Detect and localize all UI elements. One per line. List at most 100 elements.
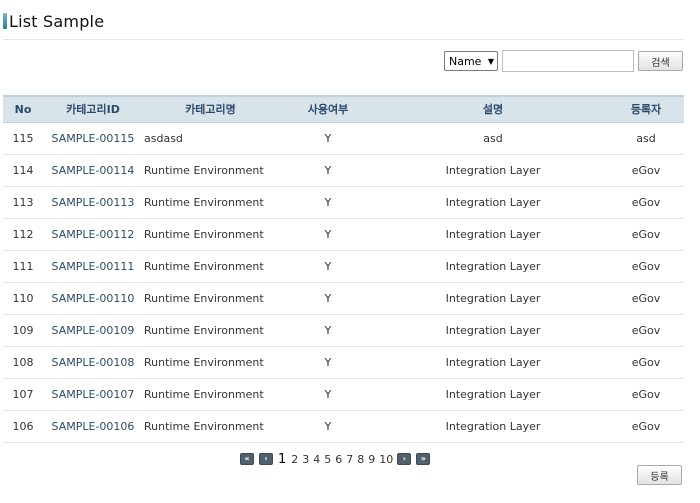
cell-use-yn: Y bbox=[324, 227, 332, 241]
cell-category-id[interactable]: SAMPLE-00107 bbox=[43, 378, 143, 410]
cell-description: Integration Layer bbox=[445, 163, 541, 177]
first-page-button[interactable]: « bbox=[240, 453, 254, 465]
cell-registrant: eGov bbox=[631, 195, 661, 209]
page-link-1[interactable]: 1 bbox=[278, 452, 286, 467]
cell-category-name: Runtime Environment bbox=[144, 355, 264, 369]
cell-use-yn: Y bbox=[324, 259, 332, 273]
header-description: 설명 bbox=[378, 95, 608, 123]
cell-no: 113 bbox=[12, 195, 34, 209]
cell-category-name: Runtime Environment bbox=[144, 419, 264, 433]
cell-category-name: Runtime Environment bbox=[144, 259, 264, 273]
cell-no: 114 bbox=[12, 163, 34, 177]
table-row: 113 SAMPLE-00113 Runtime Environment Y Integ… bbox=[3, 186, 684, 218]
header-registrant: 등록자 bbox=[608, 95, 684, 123]
cell-use-yn: Y bbox=[324, 291, 332, 305]
table-row: 107 SAMPLE-00107 Runtime Environment Y Integ… bbox=[3, 378, 684, 410]
prev-page-button[interactable]: ‹ bbox=[259, 453, 273, 465]
search-input[interactable] bbox=[502, 50, 634, 72]
category-table: No 카테고리ID 카테고리명 사용여부 설명 등록자 115 SAMPLE-00… bbox=[3, 95, 684, 443]
page-link-3[interactable]: 3 bbox=[302, 453, 309, 466]
cell-no: 108 bbox=[12, 355, 34, 369]
table-row: 112 SAMPLE-00112 Runtime Environment Y Integ… bbox=[3, 218, 684, 250]
cell-category-id[interactable]: SAMPLE-00114 bbox=[43, 154, 143, 186]
page-title: List Sample bbox=[9, 11, 105, 31]
cell-description: Integration Layer bbox=[445, 419, 541, 433]
cell-category-id[interactable]: SAMPLE-00115 bbox=[43, 122, 143, 154]
page-link-9[interactable]: 9 bbox=[368, 453, 375, 466]
cell-registrant: eGov bbox=[631, 259, 661, 273]
cell-description: asd bbox=[483, 131, 503, 145]
cell-category-id[interactable]: SAMPLE-00106 bbox=[43, 410, 143, 442]
register-button[interactable]: 등록 bbox=[637, 465, 682, 485]
table-row: 114 SAMPLE-00114 Runtime Environment Y Integ… bbox=[3, 154, 684, 186]
cell-category-id[interactable]: SAMPLE-00113 bbox=[43, 186, 143, 218]
cell-use-yn: Y bbox=[324, 323, 332, 337]
cell-category-name: Runtime Environment bbox=[144, 227, 264, 241]
cell-registrant: eGov bbox=[631, 355, 661, 369]
cell-category-id[interactable]: SAMPLE-00112 bbox=[43, 218, 143, 250]
cell-registrant: eGov bbox=[631, 163, 661, 177]
cell-use-yn: Y bbox=[324, 131, 332, 145]
table-row: 111 SAMPLE-00111 Runtime Environment Y Integ… bbox=[3, 250, 684, 282]
cell-use-yn: Y bbox=[324, 387, 332, 401]
page-link-4[interactable]: 4 bbox=[313, 453, 320, 466]
cell-description: Integration Layer bbox=[445, 195, 541, 209]
cell-description: Integration Layer bbox=[445, 227, 541, 241]
page-link-6[interactable]: 6 bbox=[335, 453, 342, 466]
next-page-button[interactable]: › bbox=[397, 453, 412, 465]
cell-description: Integration Layer bbox=[445, 387, 541, 401]
cell-description: Integration Layer bbox=[445, 323, 541, 337]
cell-registrant: asd bbox=[636, 131, 656, 145]
cell-registrant: eGov bbox=[631, 227, 661, 241]
page-link-7[interactable]: 7 bbox=[346, 453, 353, 466]
cell-no: 115 bbox=[12, 131, 34, 145]
cell-category-name: Runtime Environment bbox=[144, 163, 264, 177]
search-field-select[interactable]: Name ▼ bbox=[444, 51, 498, 71]
page-link-8[interactable]: 8 bbox=[357, 453, 364, 466]
table-header-row: No 카테고리ID 카테고리명 사용여부 설명 등록자 bbox=[3, 95, 684, 123]
cell-category-id[interactable]: SAMPLE-00109 bbox=[43, 314, 143, 346]
search-button[interactable]: 검색 bbox=[638, 51, 683, 71]
table-row: 110 SAMPLE-00110 Runtime Environment Y Integ… bbox=[3, 282, 684, 314]
cell-use-yn: Y bbox=[324, 355, 332, 369]
cell-no: 112 bbox=[12, 227, 34, 241]
cell-category-id[interactable]: SAMPLE-00108 bbox=[43, 346, 143, 378]
cell-category-id[interactable]: SAMPLE-00111 bbox=[43, 250, 143, 282]
cell-no: 109 bbox=[12, 323, 34, 337]
cell-no: 111 bbox=[12, 259, 34, 273]
page-numbers: 1 2 3 4 5 6 7 8 9 10 bbox=[278, 452, 397, 467]
title-marker-icon bbox=[3, 13, 7, 29]
cell-no: 110 bbox=[12, 291, 34, 305]
last-page-button[interactable]: » bbox=[416, 453, 431, 465]
header-use-yn: 사용여부 bbox=[278, 95, 378, 123]
header-category-id: 카테고리ID bbox=[43, 95, 143, 123]
header-no: No bbox=[3, 95, 43, 123]
cell-category-name: Runtime Environment bbox=[144, 195, 264, 209]
cell-category-id[interactable]: SAMPLE-00110 bbox=[43, 282, 143, 314]
page-header: List Sample bbox=[3, 10, 104, 32]
table-row: 108 SAMPLE-00108 Runtime Environment Y Integ… bbox=[3, 346, 684, 378]
cell-description: Integration Layer bbox=[445, 259, 541, 273]
header-category-name: 카테고리명 bbox=[143, 95, 278, 123]
search-bar: Name ▼ 검색 bbox=[444, 50, 683, 72]
cell-no: 106 bbox=[12, 419, 34, 433]
page-link-2[interactable]: 2 bbox=[291, 453, 298, 466]
chevron-down-icon: ▼ bbox=[487, 56, 494, 66]
cell-no: 107 bbox=[12, 387, 34, 401]
cell-description: Integration Layer bbox=[445, 291, 541, 305]
cell-registrant: eGov bbox=[631, 387, 661, 401]
table-row: 106 SAMPLE-00106 Runtime Environment Y Integ… bbox=[3, 410, 684, 442]
cell-registrant: eGov bbox=[631, 419, 661, 433]
search-field-select-value: Name bbox=[449, 54, 482, 68]
cell-category-name: Runtime Environment bbox=[144, 387, 264, 401]
cell-category-name: Runtime Environment bbox=[144, 291, 264, 305]
table-row: 115 SAMPLE-00115 asdasd Yasd asd bbox=[3, 122, 684, 154]
cell-use-yn: Y bbox=[324, 195, 332, 209]
table-row: 109 SAMPLE-00109 Runtime Environment Y Integ… bbox=[3, 314, 684, 346]
pagination: « ‹ 1 2 3 4 5 6 7 8 9 10 › » bbox=[240, 451, 435, 467]
cell-category-name: asdasd bbox=[144, 131, 183, 145]
title-divider bbox=[3, 39, 684, 40]
cell-registrant: eGov bbox=[631, 323, 661, 337]
page-link-5[interactable]: 5 bbox=[324, 453, 331, 466]
page-link-10[interactable]: 10 bbox=[379, 453, 393, 466]
